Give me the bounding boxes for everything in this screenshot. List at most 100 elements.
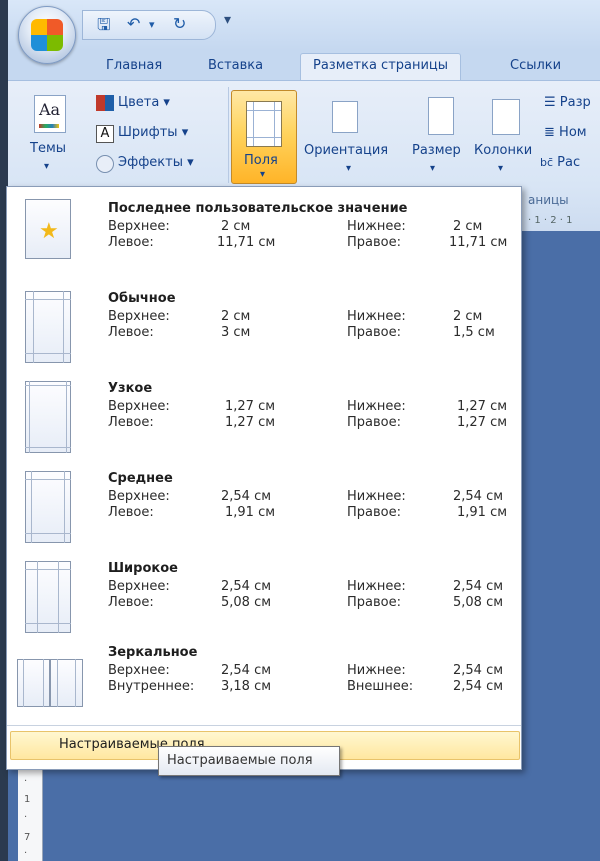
quick-access-toolbar: 🖫 ↶ ▾ ↻ — [82, 10, 216, 40]
fields-button[interactable]: Поля ▾ — [231, 90, 297, 184]
margin-option-wide[interactable]: Широкое Верхнее: 2,54 см Нижнее: 2,54 см… — [7, 555, 521, 645]
right-value: 1,91 см — [457, 505, 508, 520]
top-value: 2,54 см — [221, 579, 272, 594]
margin-last-custom-icon: ★ — [25, 199, 71, 259]
right-value: 11,71 см — [449, 235, 508, 250]
left-label: Левое: — [108, 505, 154, 520]
size-dropdown-icon[interactable]: ▾ — [430, 163, 435, 174]
breaks-label: Разр — [559, 95, 591, 110]
top-value: 2 см — [221, 219, 251, 234]
top-label: Верхнее: — [108, 399, 170, 414]
tooltip-text: Настраиваемые поля — [167, 753, 313, 768]
size-button[interactable]: Размер — [412, 143, 461, 158]
right-label: Правое: — [347, 505, 401, 520]
customize-qat-button[interactable]: ▾ — [224, 12, 231, 28]
effects-icon — [96, 155, 114, 173]
effects-label: Эффекты — [118, 155, 183, 170]
top-value: 1,27 см — [225, 399, 276, 414]
margin-option-last-custom[interactable]: ★ Последнее пользовательское значение Ве… — [7, 195, 521, 285]
right-label: Внешнее: — [347, 679, 414, 694]
margin-normal-icon — [25, 291, 71, 365]
tab-insert[interactable]: Вставка — [208, 58, 263, 73]
top-label: Верхнее: — [108, 219, 170, 234]
fonts-label: Шрифты — [118, 125, 178, 140]
custom-margins-tooltip: Настраиваемые поля — [158, 746, 340, 776]
tab-references[interactable]: Ссылки — [510, 58, 561, 73]
hyphenation-icon: bc̄ — [540, 156, 554, 169]
fields-icon — [246, 101, 282, 147]
tab-home[interactable]: Главная — [106, 58, 162, 73]
orientation-icon — [332, 101, 358, 133]
bottom-value: 2 см — [453, 219, 483, 234]
right-value: 5,08 см — [453, 595, 504, 610]
left-value: 5,08 см — [221, 595, 272, 610]
right-label: Правое: — [347, 415, 401, 430]
columns-dropdown-icon[interactable]: ▾ — [498, 163, 503, 174]
bottom-label: Нижнее: — [347, 309, 406, 324]
margin-narrow-icon — [25, 381, 71, 455]
top-ruler: · 1 · 2 · 1 — [528, 215, 573, 226]
undo-icon[interactable]: ↶ — [127, 14, 140, 33]
margin-name: Узкое — [108, 381, 153, 396]
line-numbers-icon: ≣ — [544, 125, 555, 140]
office-button[interactable] — [18, 6, 76, 64]
right-value: 1,27 см — [457, 415, 508, 430]
top-label: Верхнее: — [108, 663, 170, 678]
top-value: 2,54 см — [221, 663, 272, 678]
left-value: 11,71 см — [217, 235, 276, 250]
bottom-value: 2,54 см — [453, 663, 504, 678]
margin-option-narrow[interactable]: Узкое Верхнее: 1,27 см Нижнее: 1,27 см Л… — [7, 375, 521, 465]
margin-option-mirrored[interactable]: Зеркальное Верхнее: 2,54 см Нижнее: 2,54… — [7, 639, 521, 729]
group-caption: аницы — [528, 193, 569, 207]
margin-option-medium[interactable]: Среднее Верхнее: 2,54 см Нижнее: 2,54 см… — [7, 465, 521, 555]
left-label: Левое: — [108, 325, 154, 340]
margin-name: Последнее пользовательское значение — [108, 201, 408, 216]
columns-button[interactable]: Колонки — [474, 143, 532, 158]
ruler-mark: 1 — [24, 794, 31, 805]
themes-icon: Aa — [34, 95, 66, 133]
orientation-button[interactable]: Ориентация — [304, 143, 388, 158]
save-icon[interactable]: 🖫 — [97, 14, 111, 41]
bottom-label: Нижнее: — [347, 663, 406, 678]
ruler-mark: · — [24, 776, 28, 787]
themes-dropdown-icon[interactable]: ▾ — [44, 161, 49, 172]
left-label: Левое: — [108, 595, 154, 610]
margin-wide-icon — [25, 561, 71, 635]
margin-name: Широкое — [108, 561, 178, 576]
orientation-dropdown-icon[interactable]: ▾ — [346, 163, 351, 174]
left-value: 1,27 см — [225, 415, 276, 430]
menu-separator — [7, 725, 521, 726]
top-label: Верхнее: — [108, 579, 170, 594]
office-logo-icon — [31, 19, 63, 51]
colors-button[interactable]: Цвета ▾ — [118, 95, 170, 110]
margin-mirrored-icon — [17, 659, 83, 707]
breaks-button[interactable]: ☰ Разр — [544, 95, 591, 110]
fonts-button[interactable]: Шрифты ▾ — [118, 125, 188, 140]
left-value: 1,91 см — [225, 505, 276, 520]
redo-icon[interactable]: ↻ — [173, 14, 186, 33]
ruler-mark: · — [24, 812, 28, 823]
bottom-value: 1,27 см — [457, 399, 508, 414]
columns-icon — [492, 99, 520, 135]
right-label: Правое: — [347, 595, 401, 610]
margin-option-normal[interactable]: Обычное Верхнее: 2 см Нижнее: 2 см Левое… — [7, 285, 521, 375]
margin-name: Обычное — [108, 291, 176, 306]
left-label: Левое: — [108, 415, 154, 430]
breaks-icon: ☰ — [544, 95, 556, 110]
tab-page-layout[interactable]: Разметка страницы — [300, 53, 462, 80]
right-label: Правое: — [347, 325, 401, 340]
size-icon — [428, 97, 454, 135]
bottom-label: Нижнее: — [347, 219, 406, 234]
ribbon-separator — [228, 87, 229, 183]
themes-label[interactable]: Темы — [30, 141, 66, 156]
margin-name: Зеркальное — [108, 645, 198, 660]
top-value: 2 см — [221, 309, 251, 324]
bottom-label: Нижнее: — [347, 399, 406, 414]
fonts-icon: A — [96, 125, 114, 143]
line-numbers-button[interactable]: ≣ Ном — [544, 125, 587, 140]
right-value: 2,54 см — [453, 679, 504, 694]
effects-button[interactable]: Эффекты ▾ — [118, 155, 194, 170]
hyphenation-button[interactable]: bc̄ Рас — [540, 155, 580, 170]
undo-dropdown-icon[interactable]: ▾ — [149, 18, 155, 31]
right-value: 1,5 см — [453, 325, 495, 340]
